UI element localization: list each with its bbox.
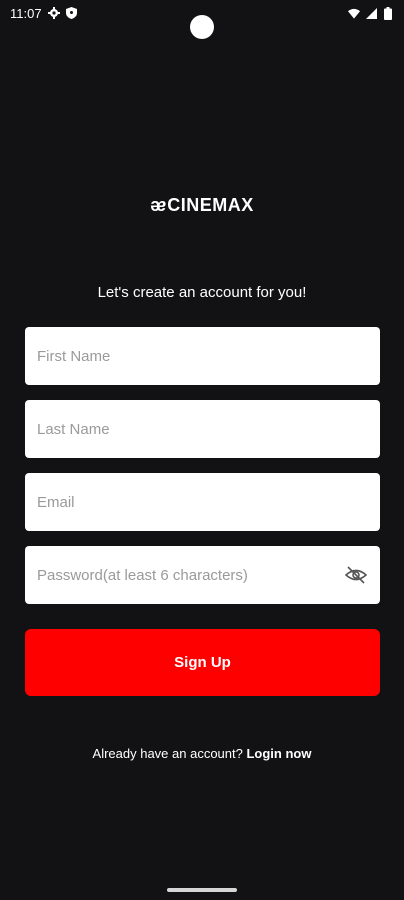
password-input[interactable] <box>37 566 344 584</box>
last-name-input[interactable] <box>37 420 368 438</box>
first-name-field[interactable] <box>25 327 380 385</box>
login-now-link[interactable]: Login now <box>246 746 311 761</box>
last-name-field[interactable] <box>25 400 380 458</box>
wifi-icon <box>348 7 360 19</box>
email-input[interactable] <box>37 493 368 511</box>
login-prompt-row: Already have an account? Login now <box>0 746 404 761</box>
settings-gear-icon <box>47 7 60 19</box>
sign-up-button[interactable]: Sign Up <box>25 629 380 696</box>
logo-text: CINEMAX <box>167 194 254 215</box>
status-left: 11:07 <box>10 6 78 21</box>
login-prompt-text: Already have an account? <box>92 746 247 761</box>
app-logo: ᴂ CINEMAX <box>0 190 404 220</box>
home-indicator[interactable] <box>167 888 237 892</box>
shield-icon <box>66 7 78 19</box>
first-name-input[interactable] <box>37 347 368 365</box>
signal-icon <box>365 7 377 19</box>
eye-off-icon[interactable] <box>344 563 368 587</box>
camera-cutout <box>190 15 214 39</box>
logo-mark: ᴂ <box>150 194 167 215</box>
signup-heading: Let's create an account for you! <box>97 284 307 301</box>
status-right <box>348 6 394 20</box>
battery-icon <box>382 6 394 20</box>
password-field[interactable] <box>25 546 380 604</box>
status-time: 11:07 <box>10 5 42 21</box>
email-field[interactable] <box>25 473 380 531</box>
